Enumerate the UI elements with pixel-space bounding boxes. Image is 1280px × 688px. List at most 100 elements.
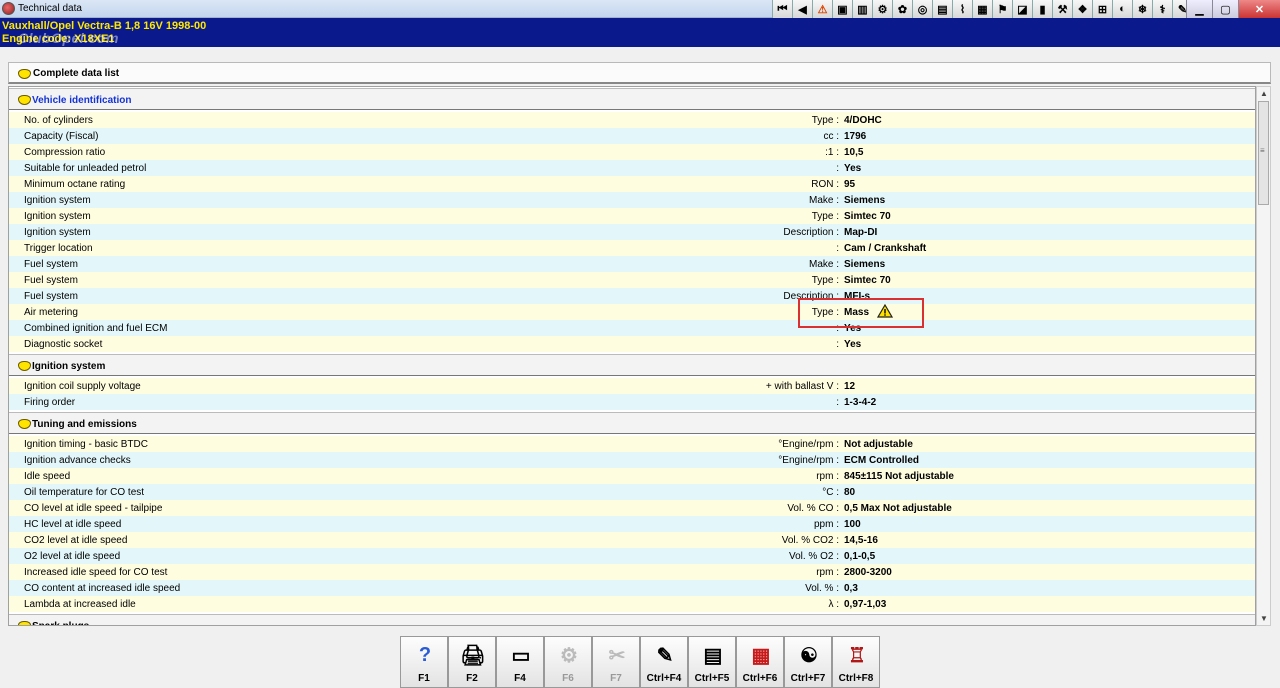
row-value: 100 bbox=[844, 519, 861, 530]
fkey-ctrl-f5[interactable]: ▤ Ctrl+F5 bbox=[688, 636, 736, 688]
row-value: 0,5 Max Not adjustable bbox=[844, 503, 952, 514]
battery-icon[interactable]: ▮ bbox=[1032, 0, 1052, 18]
highlight-frame bbox=[798, 298, 924, 328]
row-name: Compression ratio bbox=[24, 147, 106, 158]
row-unit: Vol. % CO2 : bbox=[781, 535, 839, 546]
fkey-ctrl-f8[interactable]: ♖ Ctrl+F8 bbox=[832, 636, 880, 688]
data-row: Ignition timing - basic BTDC °Engine/rpm … bbox=[9, 436, 1255, 452]
row-value: ECM Controlled bbox=[844, 455, 919, 466]
gear-icon[interactable]: ✿ bbox=[892, 0, 912, 18]
row-value: 14,5-16 bbox=[844, 535, 878, 546]
fkey-ctrl-f6[interactable]: ▦ Ctrl+F6 bbox=[736, 636, 784, 688]
service-icon[interactable]: ⚑ bbox=[992, 0, 1012, 18]
section-header[interactable]: Ignition system bbox=[9, 354, 1255, 376]
section-header[interactable]: Vehicle identification bbox=[9, 88, 1255, 110]
row-name: Idle speed bbox=[24, 471, 71, 482]
data-row: Lambda at increased idle λ : 0,97-1,03 bbox=[9, 596, 1255, 612]
fkey-f2[interactable]: 🖨 F2 bbox=[448, 636, 496, 688]
row-name: Fuel system bbox=[24, 275, 78, 286]
data-row: Ignition system Type : Simtec 70 bbox=[9, 208, 1255, 224]
fkey-f1[interactable]: ? F1 bbox=[400, 636, 448, 688]
data-row: Increased idle speed for CO test rpm : 280… bbox=[9, 564, 1255, 580]
data-row: Capacity (Fiscal) cc : 1796 bbox=[9, 128, 1255, 144]
scroll-up-icon[interactable]: ▲ bbox=[1260, 89, 1268, 98]
first-record-icon[interactable]: ⏮ bbox=[772, 0, 792, 18]
yellow-diamond-icon bbox=[18, 361, 31, 371]
vertical-scrollbar[interactable]: ▲ ≡ ▼ bbox=[1256, 86, 1271, 626]
diagnostic-icon[interactable]: ⚒ bbox=[1052, 0, 1072, 18]
row-name: Combined ignition and fuel ECM bbox=[24, 323, 168, 334]
row-name: Ignition system bbox=[24, 211, 91, 222]
data-row: Ignition coil supply voltage + with balla… bbox=[9, 378, 1255, 394]
data-row: Firing order:1-3-4-2 bbox=[9, 394, 1255, 410]
fkey-ctrl-f4[interactable]: ✎ Ctrl+F4 bbox=[640, 636, 688, 688]
data-icon[interactable]: ▤ bbox=[932, 0, 952, 18]
data-panel: Vehicle identification No. of cylinders Ty… bbox=[8, 86, 1256, 626]
row-value: 80 bbox=[844, 487, 856, 498]
watermark-logo: ClubOpel.com bbox=[18, 30, 119, 46]
brake-icon[interactable]: ◐ bbox=[1112, 0, 1132, 18]
row-value: 4/DOHC bbox=[844, 115, 882, 126]
tyre-icon[interactable]: ◎ bbox=[912, 0, 932, 18]
belt-icon[interactable]: ⊞ bbox=[1092, 0, 1112, 18]
data-row: HC level at idle speed ppm : 100 bbox=[9, 516, 1255, 532]
data-row: Trigger location: Cam / Crankshaft bbox=[9, 240, 1255, 256]
section-header[interactable]: Tuning and emissions bbox=[9, 412, 1255, 434]
section-header[interactable]: Spark plugs bbox=[9, 614, 1255, 625]
row-unit: + with ballast V : bbox=[765, 381, 839, 392]
row-unit: :1 : bbox=[825, 147, 839, 158]
row-name: CO level at idle speed - tailpipe bbox=[24, 503, 163, 514]
fkey-f4[interactable]: ▭ F4 bbox=[496, 636, 544, 688]
aircon-icon[interactable]: ❄ bbox=[1132, 0, 1152, 18]
row-value: Simtec 70 bbox=[844, 275, 891, 286]
section-title: Ignition system bbox=[32, 361, 106, 372]
window-title: Technical data bbox=[18, 3, 82, 14]
close-button[interactable]: ✕ bbox=[1238, 0, 1280, 18]
fkey-ctrl-f7[interactable]: ☯ Ctrl+F7 bbox=[784, 636, 832, 688]
row-name: Diagnostic socket bbox=[24, 339, 103, 350]
row-unit: ppm : bbox=[813, 519, 839, 530]
row-unit: Type : bbox=[811, 115, 839, 126]
car-icon[interactable]: ▣ bbox=[832, 0, 852, 18]
row-name: CO2 level at idle speed bbox=[24, 535, 128, 546]
complete-data-list-tab[interactable]: Complete data list bbox=[8, 62, 1271, 84]
minimize-button[interactable]: ▁ bbox=[1186, 0, 1212, 18]
help-icon: ? bbox=[418, 643, 432, 666]
lift-icon: ♖ bbox=[848, 644, 866, 667]
prev-record-icon[interactable]: ◀ bbox=[792, 0, 812, 18]
row-value: Not adjustable bbox=[844, 439, 913, 450]
row-unit: rpm : bbox=[816, 471, 839, 482]
adjust-icon[interactable]: ❖ bbox=[1072, 0, 1092, 18]
chart-icon[interactable]: ▥ bbox=[852, 0, 872, 18]
wiring-icon[interactable]: ⌇ bbox=[952, 0, 972, 18]
fuse-icon[interactable]: ▦ bbox=[972, 0, 992, 18]
tools-grey-icon: ✂ bbox=[608, 644, 626, 667]
maximize-button[interactable]: ▢ bbox=[1212, 0, 1238, 18]
fkey-f6[interactable]: ⚙ F6 bbox=[544, 636, 592, 688]
yellow-diamond-icon bbox=[18, 69, 31, 79]
row-unit: °C : bbox=[822, 487, 839, 498]
row-name: Ignition timing - basic BTDC bbox=[24, 439, 148, 450]
lubrication-icon[interactable]: ◪ bbox=[1012, 0, 1032, 18]
document-icon: ▤ bbox=[703, 644, 723, 667]
complete-data-list-label: Complete data list bbox=[33, 68, 120, 79]
row-name: CO content at increased idle speed bbox=[24, 583, 181, 594]
data-row: Minimum octane rating RON : 95 bbox=[9, 176, 1255, 192]
row-name: Suitable for unleaded petrol bbox=[24, 163, 147, 174]
yellow-diamond-icon bbox=[18, 419, 31, 429]
fkey-label: Ctrl+F8 bbox=[838, 673, 874, 684]
title-bar: Technical data ⏮◀⚠▣▥⚙✿◎▤⌇▦⚑◪▮⚒❖⊞◐❄⚕✎⚙ ▁ … bbox=[0, 0, 1280, 18]
yellow-diamond-icon bbox=[18, 621, 31, 625]
data-row: Compression ratio:1 : 10,5 bbox=[9, 144, 1255, 160]
row-unit: Type : bbox=[811, 275, 839, 286]
row-name: Ignition system bbox=[24, 227, 91, 238]
warning-icon[interactable]: ⚠ bbox=[812, 0, 832, 18]
row-value: 0,1-0,5 bbox=[844, 551, 876, 562]
scroll-down-icon[interactable]: ▼ bbox=[1260, 614, 1268, 623]
data-row: Fuel system Make : Siemens bbox=[9, 256, 1255, 272]
window-controls: ▁ ▢ ✕ bbox=[1186, 0, 1280, 18]
engine-icon[interactable]: ⚙ bbox=[872, 0, 892, 18]
fkey-label: Ctrl+F5 bbox=[694, 673, 730, 684]
fkey-f7[interactable]: ✂ F7 bbox=[592, 636, 640, 688]
repair-icon[interactable]: ⚕ bbox=[1152, 0, 1172, 18]
